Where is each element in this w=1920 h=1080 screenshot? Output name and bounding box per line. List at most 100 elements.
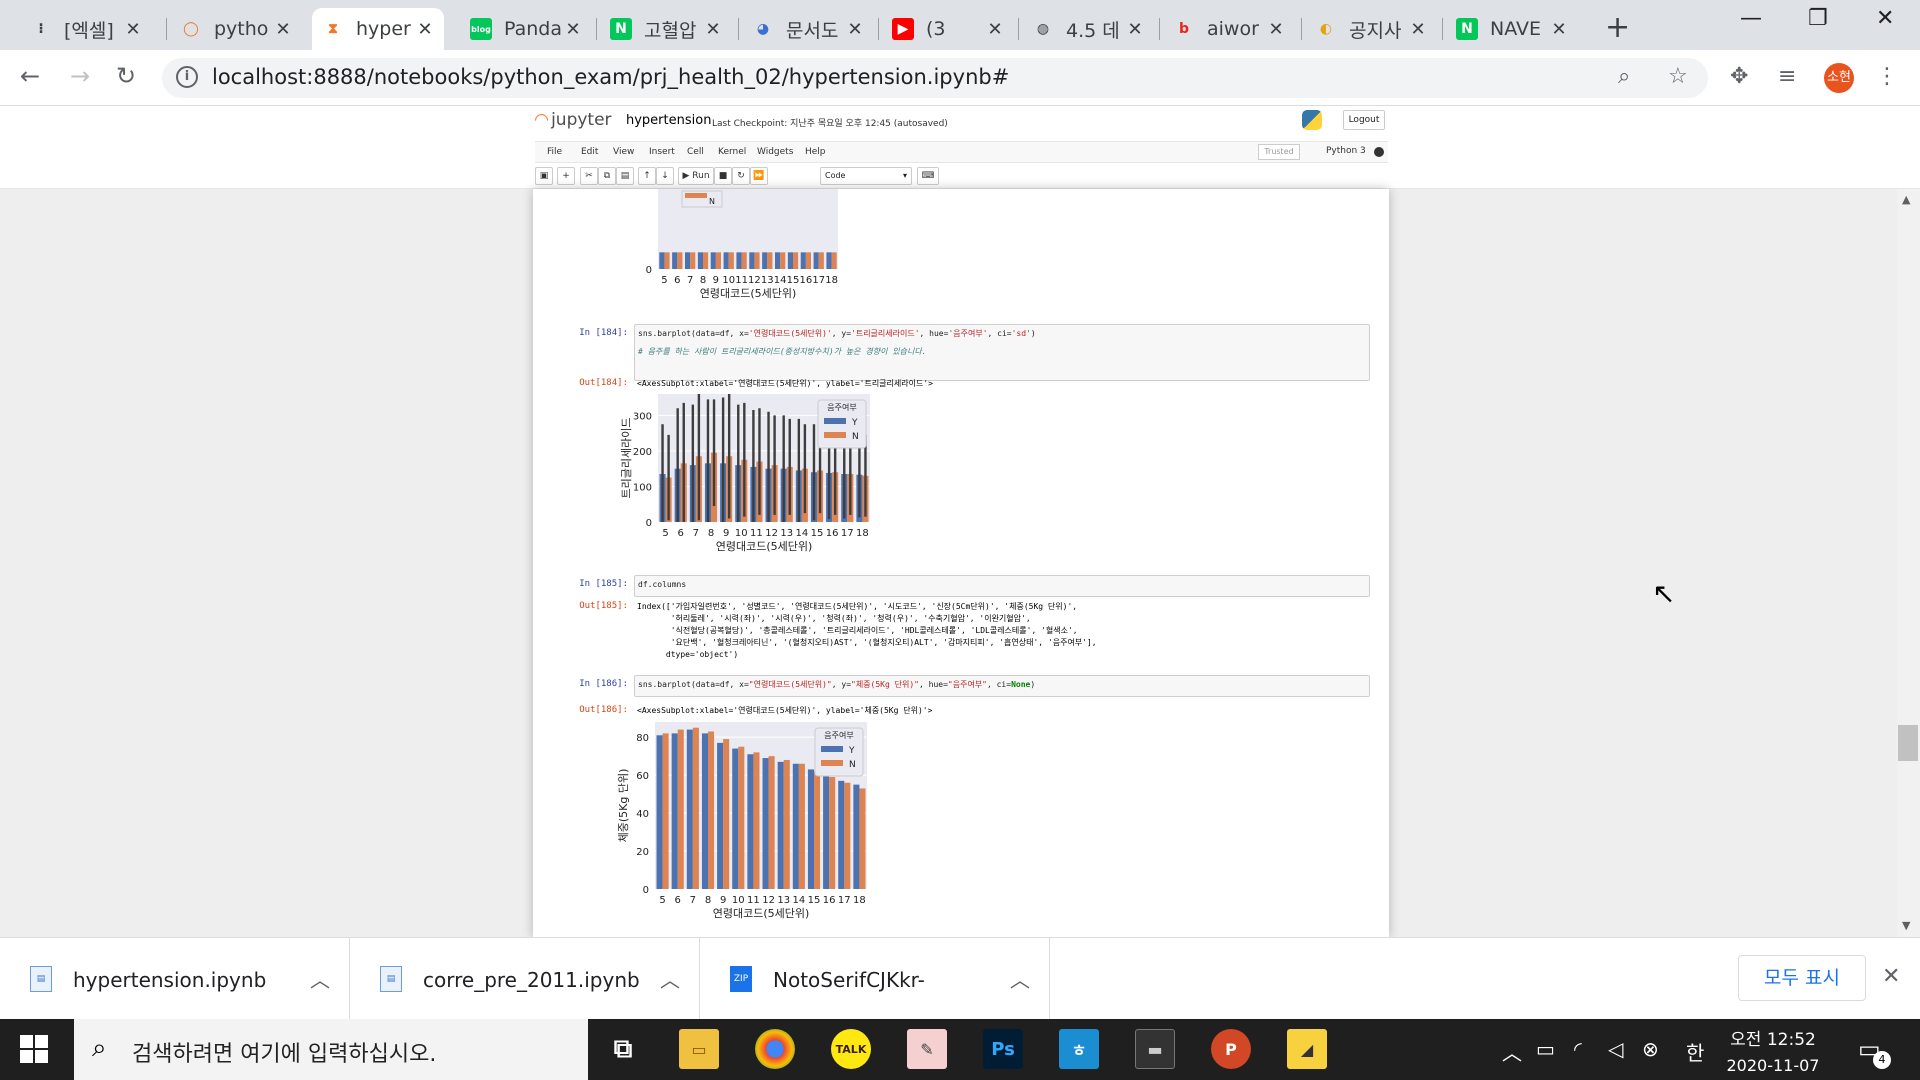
chevron-up-icon[interactable]: ︿: [1010, 964, 1030, 993]
page-scrollbar[interactable]: [1897, 189, 1920, 937]
zoom-icon[interactable]: ⌕: [1618, 64, 1630, 89]
vpn-blocked-icon[interactable]: ⊗: [1642, 1037, 1659, 1061]
media-control-icon[interactable]: ≡: [1778, 64, 1796, 89]
hangul-word-icon[interactable]: ㅎ: [1059, 1029, 1099, 1069]
tab-11[interactable]: N NAVE ✕: [1446, 8, 1578, 50]
tab-10[interactable]: ◐ 공지사 ✕: [1305, 8, 1437, 50]
terminal-icon[interactable]: ▬: [1135, 1029, 1175, 1069]
menu-cell[interactable]: Cell: [687, 147, 704, 157]
volume-icon[interactable]: ◁: [1608, 1037, 1623, 1061]
wifi-icon[interactable]: ◜: [1574, 1037, 1582, 1061]
download-item[interactable]: ▤ hypertension.ipynb ︿: [0, 938, 350, 1020]
menu-help[interactable]: Help: [805, 147, 826, 157]
snipping-tool-icon[interactable]: ✎: [907, 1029, 947, 1069]
avatar[interactable]: 소현: [1824, 63, 1854, 93]
notebook-name[interactable]: hypertension: [626, 113, 711, 128]
trusted-badge[interactable]: Trusted: [1258, 144, 1300, 160]
url-text[interactable]: localhost:8888/notebooks/python_exam/prj…: [212, 65, 1009, 89]
menu-kebab-icon[interactable]: ⋮: [1876, 64, 1898, 89]
file-explorer-icon[interactable]: ▭: [679, 1029, 719, 1069]
tray-expand-icon[interactable]: ︿: [1502, 1037, 1522, 1066]
ime-indicator[interactable]: 한: [1686, 1037, 1704, 1066]
sticky-notes-icon[interactable]: ◢: [1287, 1029, 1327, 1069]
insert-cell-icon[interactable]: +: [557, 167, 575, 185]
address-bar[interactable]: i localhost:8888/notebooks/python_exam/p…: [162, 58, 1708, 98]
chevron-up-icon[interactable]: ︿: [310, 964, 330, 993]
menu-insert[interactable]: Insert: [649, 147, 675, 157]
menu-widgets[interactable]: Widgets: [757, 147, 793, 157]
reload-icon[interactable]: ↻: [116, 62, 136, 90]
battery-icon[interactable]: ▭: [1536, 1037, 1555, 1061]
menu-edit[interactable]: Edit: [581, 147, 598, 157]
tab-close-icon[interactable]: ✕: [1126, 19, 1144, 40]
tab-7[interactable]: ▶ (3 ✕: [882, 8, 1014, 50]
tab-close-icon[interactable]: ✕: [846, 19, 864, 40]
tab-close-icon[interactable]: ✕: [1550, 19, 1568, 40]
move-up-icon[interactable]: ↑: [638, 167, 656, 185]
tab-close-icon[interactable]: ✕: [564, 19, 582, 40]
powerpoint-icon[interactable]: P: [1211, 1029, 1251, 1069]
run-button[interactable]: ▶ Run: [678, 167, 714, 185]
download-item[interactable]: ▤ corre_pre_2011.ipynb ︿: [350, 938, 700, 1020]
tab-2[interactable]: ◯ pytho ✕: [170, 8, 302, 50]
jupyter-logo[interactable]: ◠ jupyter: [535, 110, 612, 130]
show-all-button[interactable]: 모두 표시: [1738, 955, 1866, 1001]
tab-close-icon[interactable]: ✕: [1409, 19, 1427, 40]
tab-5[interactable]: N 고혈압 ✕: [600, 8, 732, 50]
cell-type-select[interactable]: Code ▾: [820, 167, 912, 185]
paste-icon[interactable]: ▤: [616, 167, 634, 185]
copy-icon[interactable]: ⧉: [598, 167, 616, 185]
keyboard-icon[interactable]: ⌨: [917, 167, 939, 185]
close-icon[interactable]: ✕: [1882, 964, 1900, 989]
windows-start-icon[interactable]: [20, 1035, 48, 1063]
menu-kernel[interactable]: Kernel: [718, 147, 746, 157]
scroll-down-arrow-icon[interactable]: ▼: [1902, 919, 1910, 932]
scrollbar-thumb[interactable]: [1898, 725, 1918, 761]
menu-view[interactable]: View: [613, 147, 634, 157]
cell-186-input[interactable]: sns.barplot(data=df, x="연령대코드(5세단위)", y=…: [634, 675, 1370, 697]
task-view-icon[interactable]: ⧉: [603, 1029, 643, 1069]
minimize-icon[interactable]: —: [1740, 6, 1762, 31]
tab-3[interactable]: ⧗ hyper ✕: [312, 8, 444, 50]
tab-close-icon[interactable]: ✕: [1267, 19, 1285, 40]
tab-close-icon[interactable]: ✕: [704, 19, 722, 40]
chrome-icon[interactable]: [755, 1029, 795, 1069]
cell-184-input[interactable]: sns.barplot(data=df, x='연령대코드(5세단위)', y=…: [634, 324, 1370, 381]
search-placeholder[interactable]: 검색하려면 여기에 입력하십시오.: [132, 1036, 436, 1068]
tab-6[interactable]: ◕ 문서도 ✕: [742, 8, 874, 50]
new-tab-button[interactable]: +: [1605, 10, 1630, 45]
cell-185-input[interactable]: df.columns: [634, 575, 1370, 597]
menu-file[interactable]: File: [547, 147, 562, 157]
run-all-icon[interactable]: ⏩: [750, 167, 768, 185]
restore-icon[interactable]: ❐: [1808, 6, 1828, 31]
info-icon[interactable]: i: [176, 66, 198, 88]
x-tick-label: 15: [808, 895, 821, 906]
tab-1[interactable]: ⁝ [엑셀] ✕: [20, 8, 152, 50]
tab-4[interactable]: blog Panda ✕: [460, 8, 592, 50]
tab-9[interactable]: b aiwor ✕: [1163, 8, 1295, 50]
move-down-icon[interactable]: ↓: [656, 167, 674, 185]
photoshop-icon[interactable]: Ps: [983, 1029, 1023, 1069]
tab-8[interactable]: ◍ 4.5 데 ✕: [1022, 8, 1154, 50]
logout-button[interactable]: Logout: [1343, 110, 1385, 130]
tab-close-icon[interactable]: ✕: [124, 19, 142, 40]
tab-close-icon[interactable]: ✕: [274, 19, 292, 40]
forward-icon[interactable]: →: [70, 62, 90, 90]
back-icon[interactable]: ←: [20, 62, 40, 90]
chevron-up-icon[interactable]: ︿: [660, 964, 680, 993]
stop-icon[interactable]: ■: [714, 167, 732, 185]
scroll-up-arrow-icon[interactable]: ▲: [1902, 193, 1910, 206]
cut-icon[interactable]: ✂: [580, 167, 598, 185]
kernel-indicator[interactable]: Python 3: [1326, 146, 1366, 156]
tab-close-icon[interactable]: ✕: [986, 19, 1004, 40]
taskbar-search-box[interactable]: ⌕ 검색하려면 여기에 입력하십시오.: [74, 1019, 588, 1080]
kakaotalk-icon[interactable]: TALK: [831, 1029, 871, 1069]
download-item[interactable]: ZIP NotoSerifCJKkr- ︿: [700, 938, 1050, 1020]
extensions-icon[interactable]: ✥: [1730, 64, 1748, 89]
restart-icon[interactable]: ↻: [732, 167, 750, 185]
taskbar-clock[interactable]: 오전 12:52 2020-11-07: [1724, 1025, 1822, 1075]
save-icon[interactable]: ▣: [535, 167, 553, 185]
close-window-icon[interactable]: ✕: [1876, 6, 1894, 31]
bookmark-star-icon[interactable]: ☆: [1668, 64, 1688, 89]
tab-close-icon[interactable]: ✕: [416, 19, 434, 40]
